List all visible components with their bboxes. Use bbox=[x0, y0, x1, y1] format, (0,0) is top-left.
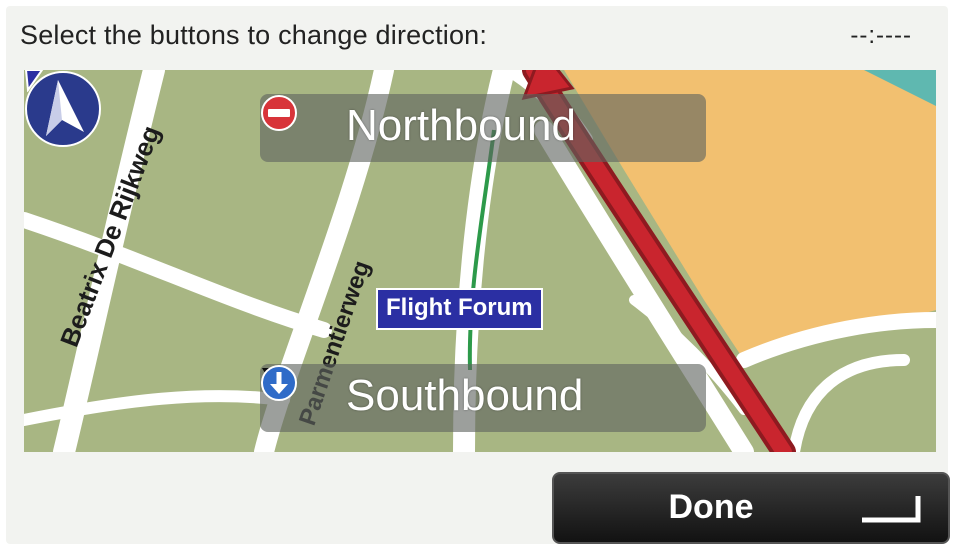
time-display: --:---- bbox=[850, 22, 912, 49]
poi-label: Flight Forum bbox=[376, 288, 543, 330]
southbound-label: Southbound bbox=[346, 371, 584, 420]
map-view: Beatrix De Rijkweg Parmentierweg Flight … bbox=[24, 70, 936, 452]
down-arrow-circle-icon bbox=[261, 365, 297, 401]
header: Select the buttons to change direction: … bbox=[14, 16, 934, 56]
compass-icon bbox=[25, 71, 101, 147]
northbound-label: Northbound bbox=[346, 101, 576, 150]
enter-return-icon bbox=[862, 496, 921, 523]
done-button[interactable]: Done bbox=[552, 472, 950, 544]
southbound-button[interactable]: Southbound bbox=[260, 364, 706, 432]
northbound-button[interactable]: Northbound bbox=[260, 94, 706, 162]
no-entry-icon bbox=[261, 95, 297, 131]
instruction-text: Select the buttons to change direction: bbox=[20, 20, 488, 50]
direction-screen: Select the buttons to change direction: … bbox=[6, 6, 950, 544]
